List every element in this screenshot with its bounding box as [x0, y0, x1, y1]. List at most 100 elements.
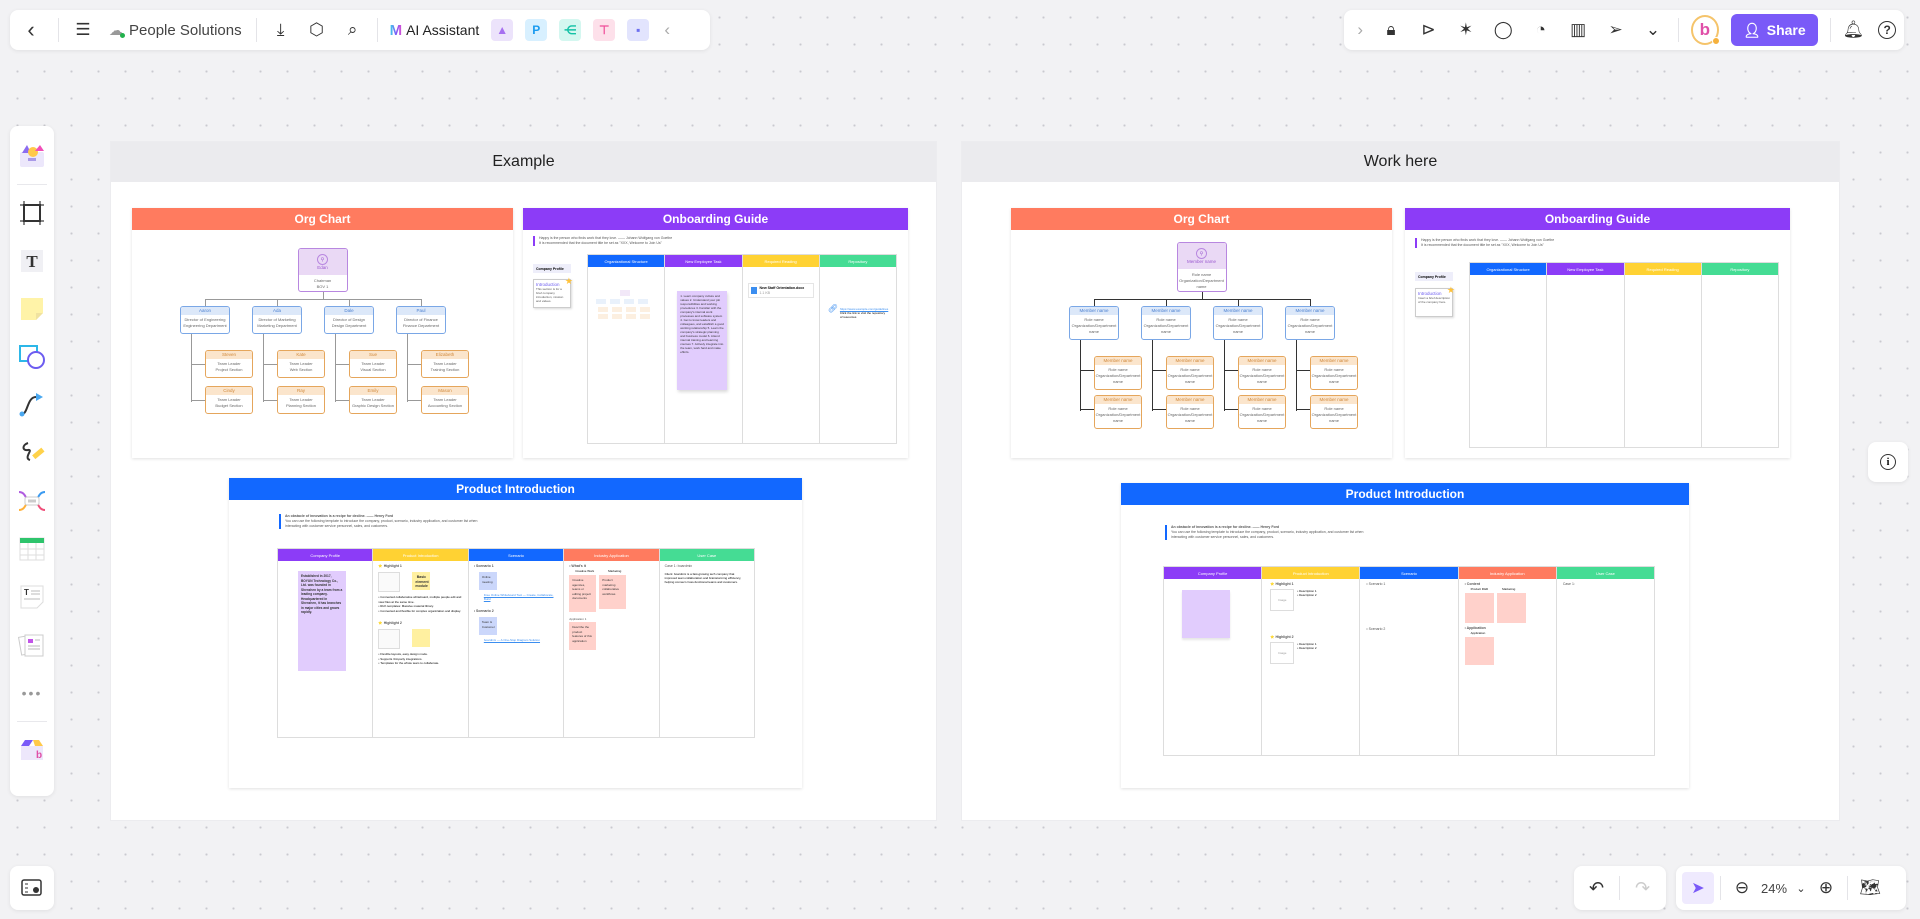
industry-sticky[interactable]	[1496, 593, 1526, 623]
frame-title[interactable]: Example	[111, 142, 936, 182]
org-node[interactable]: Paul Director of Finance Finance Departmen…	[396, 306, 446, 334]
work-onboarding-card[interactable]: Onboarding Guide Happy is the person who…	[1405, 208, 1790, 458]
tag-button[interactable]: ⬡	[299, 10, 335, 50]
org-node[interactable]: Dale Director of Design Design Department	[324, 306, 374, 334]
highlight-sticky[interactable]	[412, 629, 431, 647]
shape-tool[interactable]	[10, 333, 54, 381]
work-org-chart-card[interactable]: Org Chart ⚲ Member name Role name Organizat…	[1011, 208, 1392, 458]
follow-button[interactable]: ➢	[1597, 10, 1634, 50]
frame-title[interactable]: Work here	[962, 142, 1839, 182]
redo-button[interactable]: ↷	[1620, 868, 1665, 908]
work-frame[interactable]: Work here Org Chart ⚲ Member name Role nam…	[962, 142, 1839, 820]
menu-button[interactable]: ☰	[65, 10, 101, 50]
zoom-level[interactable]: 24%	[1757, 881, 1791, 896]
org-node[interactable]: Member name Role name Organization/Departm…	[1310, 395, 1358, 429]
templates-tool[interactable]	[10, 132, 54, 180]
doc-title[interactable]: People Solutions	[129, 22, 242, 39]
document-tool[interactable]: T	[10, 573, 54, 621]
repository-link[interactable]: 🔗︎ https://www.example.com/guidelines Clic…	[828, 305, 889, 320]
work-product-card[interactable]: Product Introduction An obstacle of inno…	[1121, 483, 1689, 788]
org-node[interactable]: Aaron Director of Engineering Engineering …	[180, 306, 230, 334]
org-node[interactable]: Ray Team Leader Planning Section	[277, 386, 325, 414]
example-product-card[interactable]: Product Introduction An obstacle of inno…	[229, 478, 802, 788]
example-org-chart-card[interactable]: Org Chart ⚲ Edan Chairman BOV 1 Aaron Directo…	[132, 208, 513, 458]
present-button[interactable]: ⊳	[1410, 10, 1447, 50]
org-node[interactable]: Steven Team Leader Project Section	[205, 350, 253, 378]
org-node[interactable]: Member name Role name Organization/Departm…	[1213, 306, 1263, 340]
org-node[interactable]: Member name Role name Organization/Departm…	[1310, 356, 1358, 390]
org-node[interactable]: Member name Role name Organization/Departm…	[1166, 395, 1214, 429]
org-node[interactable]: Member name Role name Organization/Departm…	[1094, 356, 1142, 390]
industry-sticky[interactable]: Product marketing collaborative workflow…	[599, 575, 627, 609]
highlight-sticky[interactable]: Basic element module	[412, 572, 431, 590]
sticky-note-tool[interactable]	[10, 285, 54, 333]
p-app-button[interactable]: P	[525, 19, 548, 41]
org-node[interactable]: Sue Team Leader Visual Section	[349, 350, 397, 378]
frame-tool[interactable]	[10, 189, 54, 237]
tasks-sticky-note[interactable]: 1. Learn company culture and values 2. U…	[677, 291, 728, 390]
location-map-button[interactable]	[10, 866, 54, 910]
industry-sticky[interactable]	[1464, 637, 1494, 665]
org-node[interactable]: Emily Team Leader Graphic Design Section	[349, 386, 397, 414]
card-tool[interactable]	[10, 621, 54, 669]
comment-button[interactable]: ◯	[1485, 10, 1522, 50]
org-node[interactable]: Member name Role name Organization/Departm…	[1094, 395, 1142, 429]
pen-tool[interactable]	[10, 429, 54, 477]
expand-toolbar-button[interactable]: ›	[1348, 10, 1372, 50]
example-frame[interactable]: Example Org Chart ⚲ Edan Chairman BOV 1 Aaro…	[111, 142, 936, 820]
resource-box-tool[interactable]: b	[10, 726, 54, 774]
back-button[interactable]: ‹	[10, 10, 52, 50]
notifications-button[interactable]: 🔔︎	[1837, 10, 1871, 50]
industry-sticky[interactable]	[1464, 593, 1494, 623]
search-button[interactable]: ⌕	[335, 10, 371, 50]
share-button[interactable]: 👤︎ Share	[1730, 14, 1818, 46]
timer-button[interactable]: ◔	[1522, 10, 1559, 50]
collapse-toolbar-button[interactable]: ‹	[655, 10, 679, 50]
export-button[interactable]: ⤓	[263, 10, 299, 50]
flow-app-button[interactable]: ⊤	[593, 19, 616, 41]
connector-tool[interactable]	[10, 381, 54, 429]
example-onboarding-card[interactable]: Onboarding Guide Happy is the person who…	[523, 208, 908, 458]
info-button[interactable]: i	[1868, 442, 1908, 482]
mindmap-tool[interactable]	[10, 477, 54, 525]
table-tool[interactable]	[10, 525, 54, 573]
org-node-root[interactable]: ⚲ Edan Chairman BOV 1	[297, 248, 348, 292]
chat-app-button[interactable]: ▪	[627, 19, 650, 41]
company-profile-sticky[interactable]: Established in 2017, BOYUN Technology Co…	[298, 571, 346, 671]
scenario-link[interactable]: Free Online Whiteboard Tool — Create, Co…	[484, 593, 559, 601]
industry-sticky[interactable]: Describe the product features of this ap…	[569, 622, 597, 650]
undo-button[interactable]: ↶	[1574, 868, 1619, 908]
org-node-root[interactable]: ⚲ Member name Role name Organization/Depart…	[1176, 242, 1227, 292]
org-node[interactable]: Member name Role name Organization/Departm…	[1166, 356, 1214, 390]
company-profile-sticky[interactable]	[1182, 590, 1230, 638]
image-app-button[interactable]: ▲	[491, 19, 514, 41]
zoom-in-button[interactable]: ⊕	[1811, 868, 1841, 908]
minimap-button[interactable]: 🗺︎	[1854, 868, 1886, 908]
org-node[interactable]: Ada Director of Marketing Marketing Depart…	[252, 306, 302, 334]
org-node[interactable]: Member name Role name Organization/Departm…	[1285, 306, 1335, 340]
org-node[interactable]: Mason Team Leader Accounting Section	[421, 386, 469, 414]
ai-assistant-button[interactable]: M AI Assistant	[384, 22, 486, 39]
industry-sticky[interactable]: Creative agencies, teams or editing proj…	[569, 575, 597, 612]
more-tools-button[interactable]: •••	[10, 669, 54, 717]
org-node[interactable]: Member name Role name Organization/Departm…	[1238, 395, 1286, 429]
vote-button[interactable]: ▥	[1559, 10, 1596, 50]
celebrate-button[interactable]: ✶	[1447, 10, 1484, 50]
org-node[interactable]: Member name Role name Organization/Departm…	[1238, 356, 1286, 390]
zoom-out-button[interactable]: ⊖	[1727, 868, 1757, 908]
help-button[interactable]: ?	[1870, 10, 1904, 50]
org-node[interactable]: Elizabeth Team Leader Training Section	[421, 350, 469, 378]
mindmap-app-button[interactable]: ⋲	[559, 19, 582, 41]
scenario-sticky[interactable]: Online meeting	[478, 572, 497, 590]
more-tools-button[interactable]: ⌄	[1634, 10, 1671, 50]
zoom-dropdown[interactable]: ⌄	[1791, 868, 1811, 908]
user-avatar[interactable]: b	[1690, 15, 1720, 45]
file-attachment[interactable]: New Staff Orientation.docx 1.1 KB	[747, 283, 814, 298]
org-node[interactable]: Member name Role name Organization/Departm…	[1069, 306, 1119, 340]
private-notes-button[interactable]: 🔒︎	[1372, 10, 1409, 50]
org-node[interactable]: Member name Role name Organization/Departm…	[1141, 306, 1191, 340]
scenario-link[interactable]: boardmix — A One-Stop Diagram Solution	[484, 638, 559, 642]
select-tool-button[interactable]: ➤	[1682, 872, 1714, 904]
scenario-sticky[interactable]: Team & Customer	[478, 617, 497, 635]
text-tool[interactable]: T	[10, 237, 54, 285]
